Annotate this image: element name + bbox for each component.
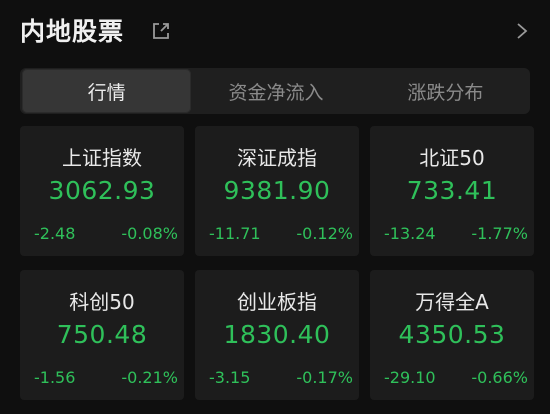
tab-bar: 行情 资金净流入 涨跌分布 [20, 68, 530, 114]
index-card-star50[interactable]: 科创50 750.48 -1.56 -0.21% [20, 270, 184, 400]
index-card-szse[interactable]: 深证成指 9381.90 -11.71 -0.12% [195, 126, 359, 256]
index-price: 750.48 [56, 320, 148, 349]
index-price: 3062.93 [48, 176, 156, 205]
section-title: 内地股票 [20, 17, 125, 46]
index-price: 9381.90 [223, 176, 331, 205]
index-percent: -0.12% [296, 224, 353, 243]
chevron-right-icon[interactable] [516, 20, 528, 42]
section-header: 内地股票 [0, 0, 550, 62]
index-change: -13.24 [384, 224, 436, 243]
index-change: -1.56 [34, 368, 76, 387]
index-percent: -0.66% [471, 368, 528, 387]
tab-net-inflow[interactable]: 资金净流入 [191, 69, 360, 113]
index-name: 北证50 [419, 146, 485, 170]
index-name: 深证成指 [237, 146, 317, 170]
index-change: -2.48 [34, 224, 76, 243]
index-price: 4350.53 [398, 320, 506, 349]
index-name: 上证指数 [62, 146, 142, 170]
index-change: -11.71 [209, 224, 261, 243]
tab-distribution[interactable]: 涨跌分布 [361, 69, 530, 113]
index-card-chinext[interactable]: 创业板指 1830.40 -3.15 -0.17% [195, 270, 359, 400]
index-percent: -0.17% [296, 368, 353, 387]
index-percent: -0.08% [121, 224, 178, 243]
index-price: 733.41 [406, 176, 498, 205]
index-change: -3.15 [209, 368, 251, 387]
index-grid: 上证指数 3062.93 -2.48 -0.08% 深证成指 9381.90 -… [20, 126, 534, 400]
tab-market[interactable]: 行情 [22, 69, 192, 113]
index-percent: -1.77% [471, 224, 528, 243]
index-name: 万得全A [415, 290, 489, 314]
index-name: 科创50 [69, 290, 135, 314]
index-name: 创业板指 [237, 290, 317, 314]
index-change: -29.10 [384, 368, 436, 387]
index-price: 1830.40 [223, 320, 331, 349]
share-icon[interactable] [150, 20, 172, 42]
index-card-sse[interactable]: 上证指数 3062.93 -2.48 -0.08% [20, 126, 184, 256]
index-card-wind-a[interactable]: 万得全A 4350.53 -29.10 -0.66% [370, 270, 534, 400]
index-percent: -0.21% [121, 368, 178, 387]
index-card-bse50[interactable]: 北证50 733.41 -13.24 -1.77% [370, 126, 534, 256]
